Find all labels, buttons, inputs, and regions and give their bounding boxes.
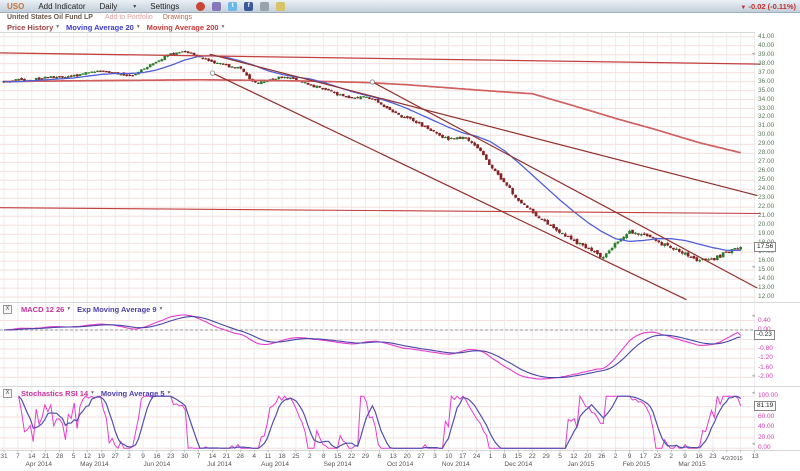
fan-trendline-1[interactable] — [210, 54, 758, 195]
drawing-handle-icon — [370, 80, 374, 84]
macd-close-button[interactable]: X — [3, 305, 12, 314]
trendline-drawings[interactable] — [0, 53, 760, 300]
stoch-panel-header: X Stochastics RSI 14▾ Moving Average 5▾ — [0, 388, 760, 398]
stoch-close-button[interactable]: X — [3, 389, 12, 398]
stoch-rsi-menu[interactable]: Stochastics RSI 14 — [21, 389, 88, 398]
dropdown-icon[interactable]: ▾ — [160, 306, 163, 312]
current-date-label: 4/2/2015 — [712, 456, 752, 462]
dropdown-icon[interactable]: ▾ — [67, 306, 70, 312]
dropdown-icon[interactable]: ▾ — [91, 390, 94, 396]
last-price-box: 17.56 — [754, 242, 776, 252]
charting-app: USO Add Indicator Daily ▾ Settings tf ▼ … — [0, 0, 800, 471]
stoch-ma-menu[interactable]: Moving Average 5 — [101, 389, 165, 398]
drawing-handle-icon — [210, 71, 214, 75]
fan-trendline-3[interactable] — [372, 82, 757, 288]
lower-channel-line[interactable] — [0, 208, 760, 214]
macd-panel-header: X MACD 12 26▾ Exp Moving Average 9▾ — [0, 304, 760, 314]
chart-canvas[interactable] — [0, 0, 800, 471]
future-tick-label: 13 — [748, 453, 762, 460]
macd-signal-menu[interactable]: Exp Moving Average 9 — [77, 305, 156, 314]
macd-menu[interactable]: MACD 12 26 — [21, 305, 64, 314]
dropdown-icon[interactable]: ▾ — [168, 390, 171, 396]
macd-value-box: -0.23 — [754, 330, 775, 340]
stoch-value-box: 81.19 — [754, 401, 776, 411]
